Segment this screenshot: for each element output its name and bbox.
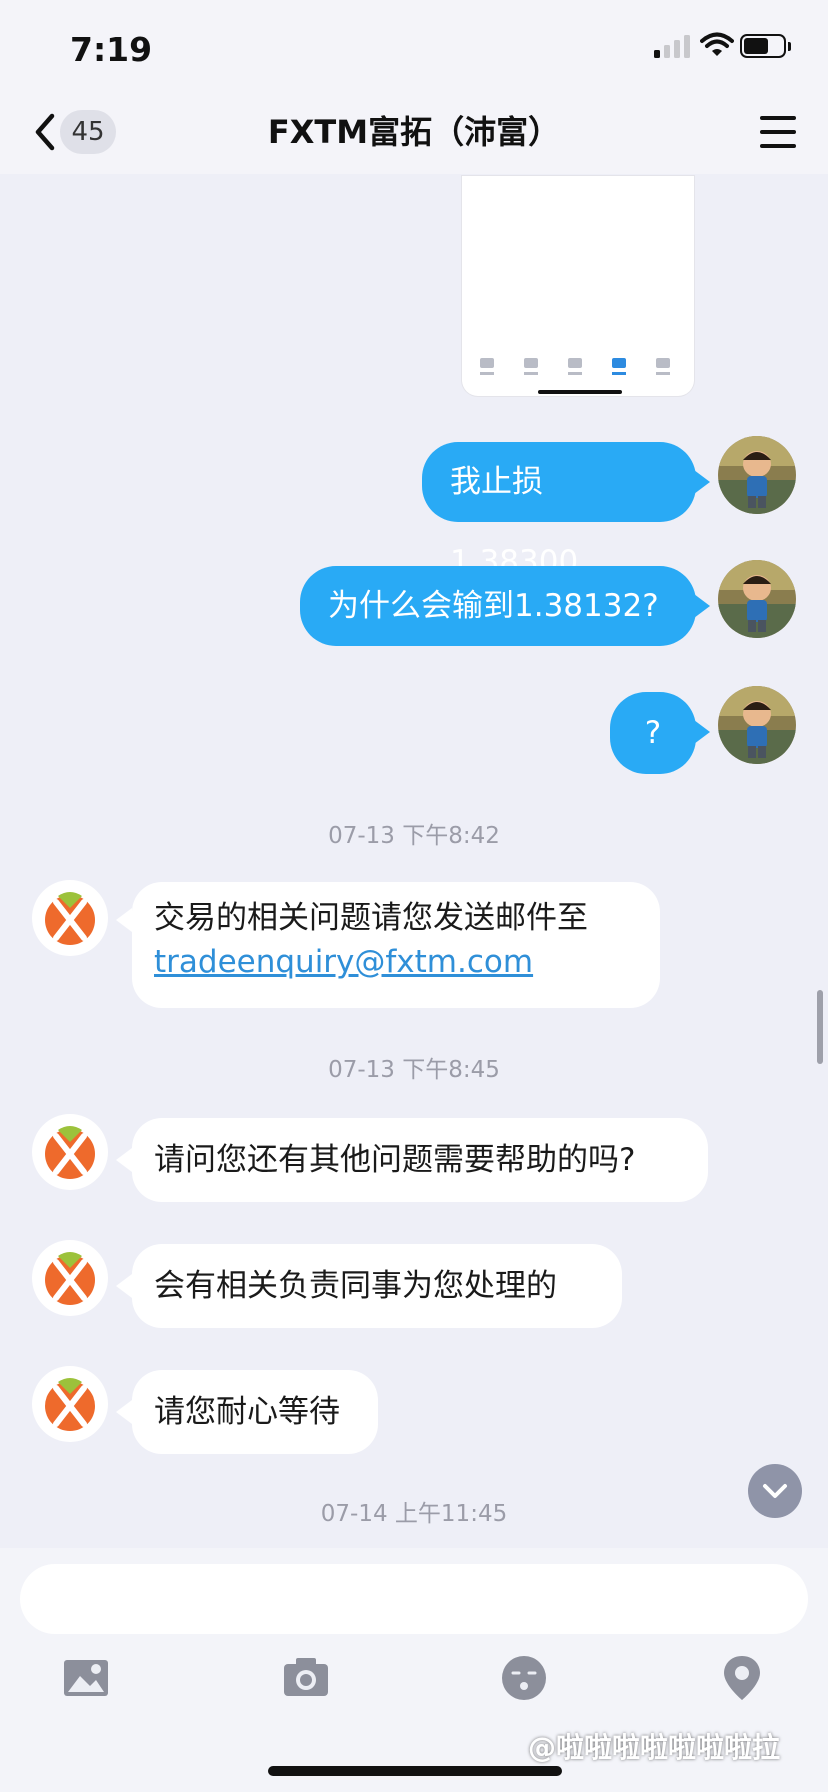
cartoon-avatar-icon bbox=[718, 686, 796, 764]
email-link[interactable]: tradeenquiry@fxtm.com bbox=[154, 940, 638, 984]
scroll-down-button[interactable] bbox=[748, 1464, 802, 1518]
user-avatar[interactable] bbox=[718, 686, 796, 764]
fxtm-logo-icon bbox=[45, 1126, 95, 1179]
incoming-message[interactable]: 交易的相关问题请您发送邮件至 tradeenquiry@fxtm.com bbox=[132, 882, 660, 1008]
battery-level bbox=[744, 38, 768, 54]
outgoing-message[interactable]: 我止损1.38300 bbox=[422, 442, 696, 580]
message-input[interactable] bbox=[20, 1564, 808, 1634]
menu-icon[interactable] bbox=[760, 116, 796, 148]
fxtm-logo-icon bbox=[45, 1252, 95, 1305]
emoji-icon[interactable] bbox=[500, 1654, 548, 1702]
battery-tip bbox=[788, 42, 791, 51]
message-timestamp: 07-14 上午11:45 bbox=[320, 1501, 508, 1527]
message-text: 交易的相关问题请您发送邮件至 bbox=[154, 900, 588, 936]
incoming-message[interactable]: 请您耐心等待 bbox=[132, 1370, 378, 1454]
cartoon-avatar-icon bbox=[718, 560, 796, 638]
user-avatar[interactable] bbox=[718, 436, 796, 514]
bubble-tail bbox=[116, 1148, 132, 1172]
incoming-message[interactable]: 请问您还有其他问题需要帮助的吗? bbox=[132, 1118, 708, 1202]
home-indicator bbox=[268, 1766, 562, 1776]
outgoing-message[interactable]: 为什么会输到1.38132? bbox=[300, 566, 696, 646]
incoming-message[interactable]: 会有相关负责同事为您处理的 bbox=[132, 1244, 622, 1328]
bubble-tail bbox=[116, 1274, 132, 1298]
outgoing-message[interactable]: ? bbox=[610, 692, 696, 774]
bot-avatar[interactable] bbox=[32, 1366, 108, 1442]
shared-image-tabbar bbox=[480, 358, 670, 375]
bubble-tail bbox=[116, 1400, 132, 1424]
bot-avatar[interactable] bbox=[32, 1114, 108, 1190]
cartoon-avatar-icon bbox=[718, 436, 796, 514]
bot-avatar[interactable] bbox=[32, 1240, 108, 1316]
bubble-tail bbox=[694, 470, 710, 494]
fxtm-logo-icon bbox=[45, 1378, 95, 1431]
location-icon[interactable] bbox=[718, 1654, 766, 1702]
message-timestamp: 07-13 下午8:45 bbox=[328, 1057, 500, 1083]
fxtm-logo-icon bbox=[45, 892, 95, 945]
photo-icon[interactable] bbox=[62, 1654, 110, 1702]
bubble-tail bbox=[694, 720, 710, 744]
bubble-tail bbox=[116, 908, 132, 932]
wifi-icon bbox=[700, 32, 734, 56]
status-time: 7:19 bbox=[70, 30, 153, 69]
watermark: @啦啦啦啦啦啦啦拉 bbox=[528, 1731, 781, 1764]
shared-image-home-bar bbox=[538, 390, 622, 394]
bot-avatar[interactable] bbox=[32, 880, 108, 956]
camera-icon[interactable] bbox=[282, 1654, 330, 1702]
bubble-tail bbox=[694, 594, 710, 618]
message-timestamp: 07-13 下午8:42 bbox=[328, 823, 500, 849]
chat-title: FXTM富拓（沛富） bbox=[267, 113, 561, 151]
cellular-signal-icon bbox=[654, 35, 690, 58]
scroll-down-icon bbox=[763, 1484, 787, 1498]
scrollbar[interactable] bbox=[817, 990, 823, 1064]
user-avatar[interactable] bbox=[718, 560, 796, 638]
